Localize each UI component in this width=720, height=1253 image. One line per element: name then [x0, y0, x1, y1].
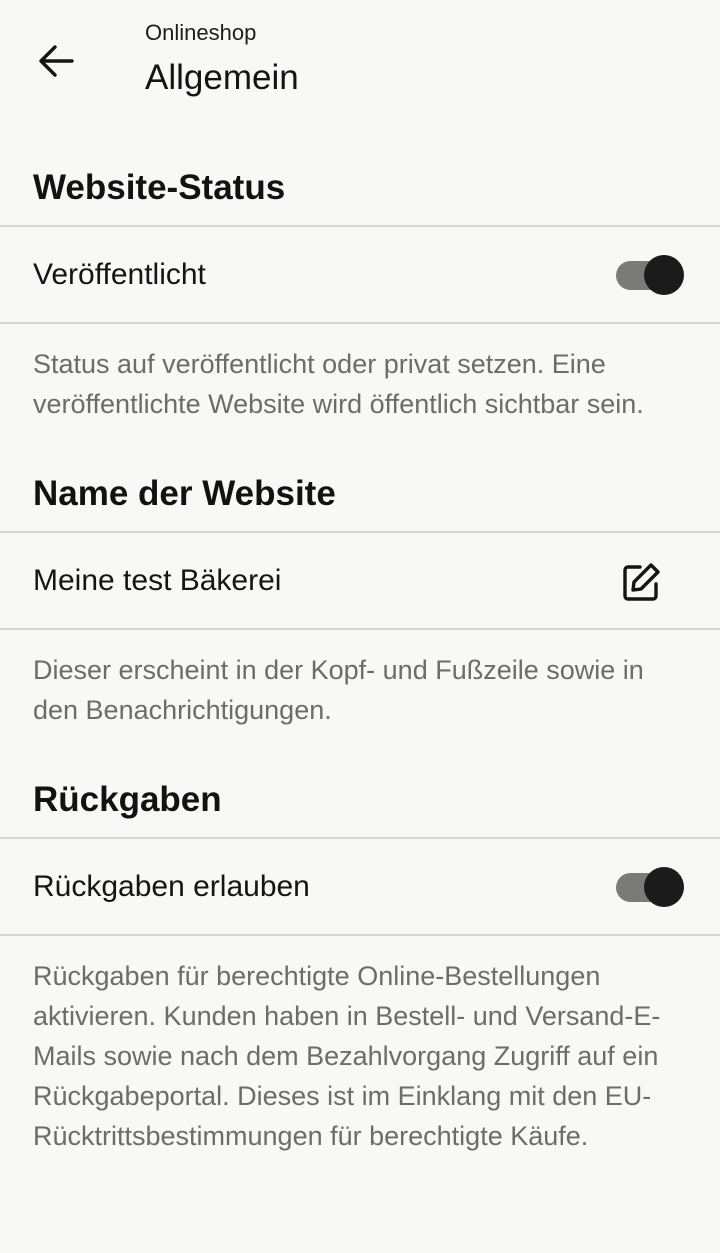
app-header: Onlineshop Allgemein [0, 0, 720, 140]
status-description: Status auf veröffentlicht oder privat se… [33, 349, 644, 419]
edit-website-name-button[interactable] [620, 561, 662, 603]
published-label: Veröffentlicht [33, 257, 206, 291]
back-button[interactable] [26, 30, 86, 92]
arrow-left-icon [39, 45, 74, 77]
published-row: Veröffentlicht [0, 227, 720, 324]
section-title-website-name: Name der Website [0, 446, 720, 533]
section-website-name: Name der Website Meine test Bäkerei Dies… [0, 446, 720, 752]
website-name-row[interactable]: Meine test Bäkerei [0, 533, 720, 630]
allow-returns-label: Rückgaben erlauben [33, 869, 310, 903]
returns-description: Rückgaben für berechtigte Online-Bestell… [33, 961, 661, 1151]
section-title-website-status: Website-Status [0, 140, 720, 227]
allow-returns-toggle[interactable] [616, 867, 684, 907]
toggle-knob [644, 867, 684, 907]
page-title: Allgemein [145, 58, 299, 97]
published-toggle[interactable] [616, 255, 684, 295]
section-title-returns: Rückgaben [0, 752, 720, 839]
section-website-status: Website-Status Veröffentlicht Status auf… [0, 140, 720, 446]
breadcrumb: Onlineshop [145, 20, 257, 45]
edit-icon [623, 563, 660, 601]
allow-returns-row: Rückgaben erlauben [0, 839, 720, 936]
toggle-knob [644, 255, 684, 295]
section-returns: Rückgaben Rückgaben erlauben Rückgaben f… [0, 752, 720, 1178]
website-name-description: Dieser erscheint in der Kopf- und Fußzei… [33, 655, 644, 725]
website-name-value: Meine test Bäkerei [33, 563, 282, 597]
